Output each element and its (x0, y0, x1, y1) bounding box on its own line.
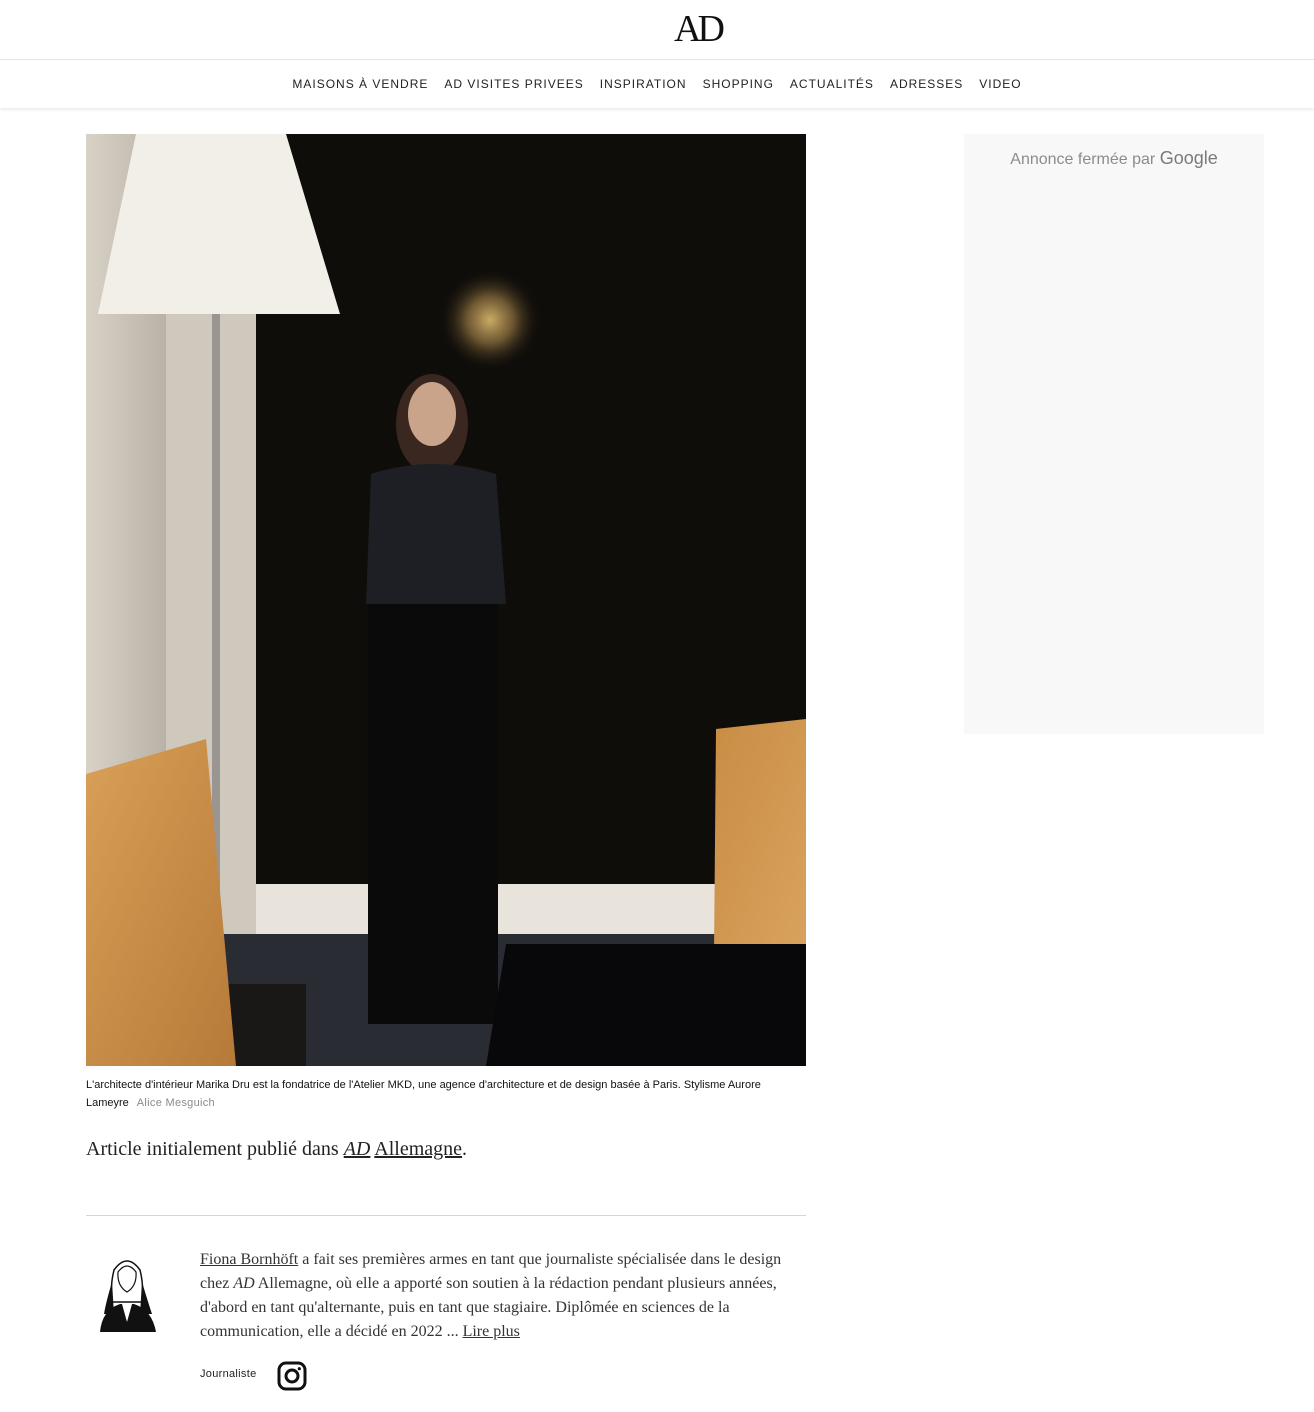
article-hero-image (86, 134, 806, 1066)
origin-country-link[interactable]: Allemagne (374, 1138, 462, 1160)
nav-item-ad-visites-privees[interactable]: AD VISITES PRIVEES (444, 77, 583, 91)
google-brand[interactable]: Google (1160, 148, 1218, 168)
nav-item-actualites[interactable]: ACTUALITÉS (790, 77, 874, 91)
chair-right (714, 719, 806, 954)
author-avatar (100, 1260, 156, 1332)
section-divider (86, 1215, 806, 1216)
origin-prefix: Article initialement publié dans (86, 1138, 344, 1160)
person-trousers (368, 604, 498, 1024)
photo-credit: Alice Mesguich (136, 1097, 215, 1109)
ad-logo[interactable]: AD (674, 10, 725, 48)
ad-closed-text: Annonce fermée par (1010, 151, 1160, 168)
wall-lamp (438, 268, 542, 372)
person-face (408, 382, 456, 446)
author-role: Journaliste (200, 1368, 257, 1380)
image-caption: L'architecte d'intérieur Marika Dru est … (86, 1076, 806, 1112)
author-name-link[interactable]: Fiona Bornhöft (200, 1251, 298, 1268)
origin-note: Article initialement publié dans AD Alle… (86, 1134, 806, 1164)
nav-item-inspiration[interactable]: INSPIRATION (600, 77, 687, 91)
ad-closed-label: Annonce fermée par Google (964, 148, 1264, 169)
author-bio: Fiona Bornhöft a fait ses premières arme… (200, 1248, 800, 1344)
table (486, 944, 806, 1066)
bio-ad: AD (233, 1275, 255, 1292)
lamp-base (226, 984, 306, 1066)
nav-item-video[interactable]: VIDEO (979, 77, 1021, 91)
person-top (366, 464, 506, 604)
site-header: AD (0, 0, 1314, 60)
nav-item-maisons-a-vendre[interactable]: MAISONS À VENDRE (292, 77, 428, 91)
read-more-link[interactable]: Lire plus (463, 1323, 520, 1340)
origin-ad-link[interactable]: AD (344, 1138, 371, 1160)
sidebar-ad-slot: Annonce fermée par Google (964, 134, 1264, 734)
instagram-icon[interactable] (277, 1361, 307, 1391)
main-nav: MAISONS À VENDRE AD VISITES PRIVEES INSP… (0, 60, 1314, 108)
nav-item-adresses[interactable]: ADRESSES (890, 77, 963, 91)
origin-suffix: . (462, 1138, 468, 1160)
nav-item-shopping[interactable]: SHOPPING (703, 77, 774, 91)
